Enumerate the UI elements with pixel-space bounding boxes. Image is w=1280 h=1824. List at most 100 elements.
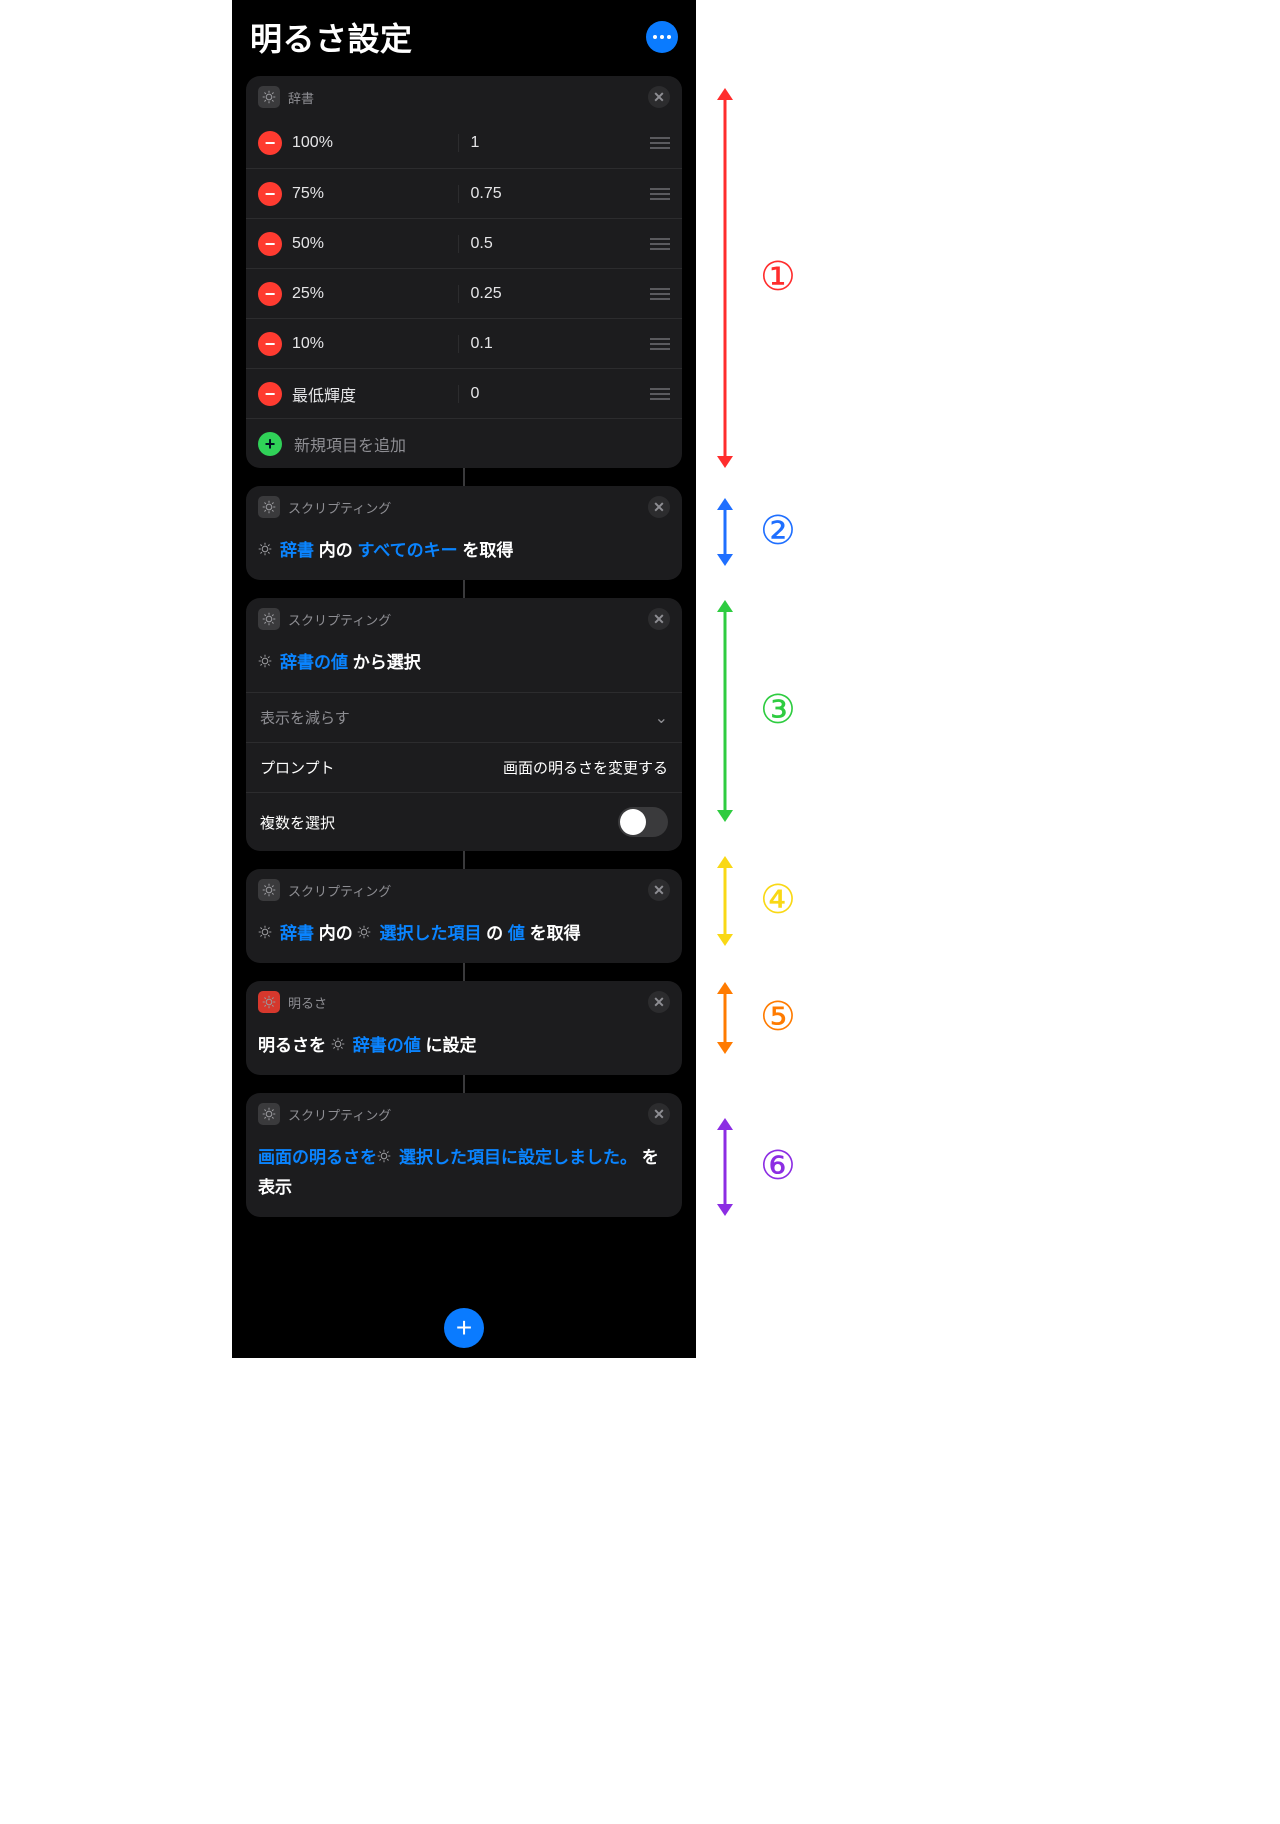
remove-action-button[interactable]: ✕ xyxy=(648,496,670,518)
action-card: 明るさ ✕ 明るさを 辞書の値 に設定 xyxy=(246,981,682,1075)
scripting-icon xyxy=(258,1103,280,1125)
dict-key[interactable]: 最低輝度 xyxy=(292,382,356,406)
action-description[interactable]: 辞書 内の すべてのキー を取得 xyxy=(246,528,682,580)
annotation-label: ③ xyxy=(760,687,796,733)
dict-key[interactable]: 75% xyxy=(292,185,324,203)
text-token: を取得 xyxy=(458,541,514,560)
reorder-handle-icon[interactable] xyxy=(650,137,670,149)
more-button[interactable] xyxy=(646,21,678,53)
annotation-label: ④ xyxy=(760,877,796,923)
table-row: −75% 0.75 xyxy=(246,168,682,218)
dict-value[interactable]: 1 xyxy=(471,134,480,152)
dict-value[interactable]: 0 xyxy=(471,385,480,403)
variable-token[interactable]: 画面の明るさを xyxy=(258,1143,377,1173)
dict-key[interactable]: 100% xyxy=(292,134,333,152)
titlebar: 明るさ設定 xyxy=(232,0,696,64)
action-category-label: 明るさ xyxy=(288,993,640,1012)
reorder-handle-icon[interactable] xyxy=(650,188,670,200)
remove-action-button[interactable]: ✕ xyxy=(648,879,670,901)
action-card: スクリプティング✕辞書の値 から選択表示を減らす⌄プロンプト画面の明るさを変更す… xyxy=(246,598,682,851)
variable-token[interactable]: すべてのキー xyxy=(357,536,457,566)
scripting-icon xyxy=(258,496,280,518)
action-card: 辞書✕−100%1−75%0.75−50%0.5−25%0.25−10%0.1−… xyxy=(246,76,682,468)
phone-stage: 明るさ設定 辞書✕−100%1−75%0.75−50%0.5−25%0.25−1… xyxy=(232,0,696,1358)
option-label: 複数を選択 xyxy=(260,812,335,833)
dict-key[interactable]: 10% xyxy=(292,335,324,353)
dict-key[interactable]: 25% xyxy=(292,285,324,303)
annotation-arrow xyxy=(710,88,740,468)
collapse-toggle[interactable]: 表示を減らす⌄ xyxy=(246,692,682,742)
table-row: −50% 0.5 xyxy=(246,218,682,268)
variable-token[interactable]: 辞書の値 xyxy=(331,1031,421,1061)
option-value[interactable]: 画面の明るさを変更する xyxy=(503,757,668,778)
annotation-label: ① xyxy=(760,254,796,300)
action-card: スクリプティング ✕ 画面の明るさを選択した項目に設定しました。 を表示 xyxy=(246,1093,682,1217)
action-card: スクリプティング ✕ 辞書 内の 選択した項目 の 値 を取得 xyxy=(246,869,682,963)
dict-value[interactable]: 0.25 xyxy=(471,285,502,303)
action-description[interactable]: 明るさを 辞書の値 に設定 xyxy=(246,1023,682,1075)
delete-row-button[interactable]: − xyxy=(258,182,282,206)
add-action-button[interactable]: + xyxy=(444,1308,484,1348)
variable-token[interactable]: 値 xyxy=(508,919,525,949)
action-category-label: スクリプティング xyxy=(288,881,640,900)
dict-value[interactable]: 0.1 xyxy=(471,335,493,353)
text-token: を取得 xyxy=(525,924,581,943)
remove-action-button[interactable]: ✕ xyxy=(648,1103,670,1125)
add-row-label: 新規項目を追加 xyxy=(294,432,406,456)
action-category-label: スクリプティング xyxy=(288,498,640,517)
annotation-arrow xyxy=(710,600,740,822)
dict-value[interactable]: 0.5 xyxy=(471,235,493,253)
annotation-arrow xyxy=(710,982,740,1054)
text-token: に設定 xyxy=(421,1036,477,1055)
page-title: 明るさ設定 xyxy=(250,14,413,60)
scripting-icon xyxy=(258,608,280,630)
annotation-label: ⑥ xyxy=(760,1143,796,1189)
text-token: から選択 xyxy=(348,653,421,672)
action-category-label: スクリプティング xyxy=(288,1105,640,1124)
text-token: 内の xyxy=(314,541,357,560)
scripting-icon xyxy=(258,879,280,901)
delete-row-button[interactable]: − xyxy=(258,332,282,356)
reorder-handle-icon[interactable] xyxy=(650,238,670,250)
variable-token[interactable]: 辞書 xyxy=(258,919,314,949)
annotation-arrow xyxy=(710,1118,740,1216)
dict-key[interactable]: 50% xyxy=(292,235,324,253)
delete-row-button[interactable]: − xyxy=(258,232,282,256)
actions-flow: 辞書✕−100%1−75%0.75−50%0.5−25%0.25−10%0.1−… xyxy=(232,64,696,1277)
action-description[interactable]: 辞書 内の 選択した項目 の 値 を取得 xyxy=(246,911,682,963)
text-token: 明るさを xyxy=(258,1036,331,1055)
action-description[interactable]: 辞書の値 から選択 xyxy=(246,640,682,692)
action-card: スクリプティング ✕ 辞書 内の すべてのキー を取得 xyxy=(246,486,682,580)
toggle-switch[interactable] xyxy=(618,807,668,837)
add-row-button[interactable]: + 新規項目を追加 xyxy=(246,418,682,468)
delete-row-button[interactable]: − xyxy=(258,382,282,406)
table-row: −25% 0.25 xyxy=(246,268,682,318)
reorder-handle-icon[interactable] xyxy=(650,288,670,300)
delete-row-button[interactable]: − xyxy=(258,282,282,306)
plus-icon: + xyxy=(258,432,282,456)
table-row: −100% 1 xyxy=(246,118,682,168)
chevron-down-icon: ⌄ xyxy=(655,708,668,728)
option-row: プロンプト 画面の明るさを変更する xyxy=(246,742,682,792)
remove-action-button[interactable]: ✕ xyxy=(648,608,670,630)
action-description[interactable]: 画面の明るさを選択した項目に設定しました。 を表示 xyxy=(246,1135,682,1217)
variable-token[interactable]: 選択した項目 xyxy=(357,919,481,949)
variable-token[interactable]: 辞書 xyxy=(258,536,314,566)
dictionary-table: −100%1−75%0.75−50%0.5−25%0.25−10%0.1−最低輝… xyxy=(246,118,682,468)
action-category-label: スクリプティング xyxy=(288,610,640,629)
remove-action-button[interactable]: ✕ xyxy=(648,991,670,1013)
variable-token[interactable]: 選択した項目 xyxy=(377,1143,501,1173)
reorder-handle-icon[interactable] xyxy=(650,338,670,350)
annotation-arrow xyxy=(710,498,740,566)
action-category-label: 辞書 xyxy=(288,88,640,107)
dict-value[interactable]: 0.75 xyxy=(471,185,502,203)
remove-action-button[interactable]: ✕ xyxy=(648,86,670,108)
variable-token[interactable]: 辞書の値 xyxy=(258,648,348,678)
text-token: の xyxy=(481,924,507,943)
variable-token[interactable]: に設定しました。 xyxy=(501,1143,637,1173)
delete-row-button[interactable]: − xyxy=(258,131,282,155)
reorder-handle-icon[interactable] xyxy=(650,388,670,400)
option-label: プロンプト xyxy=(260,757,335,778)
option-row: 複数を選択 xyxy=(246,792,682,851)
text-token: 内の xyxy=(314,924,357,943)
